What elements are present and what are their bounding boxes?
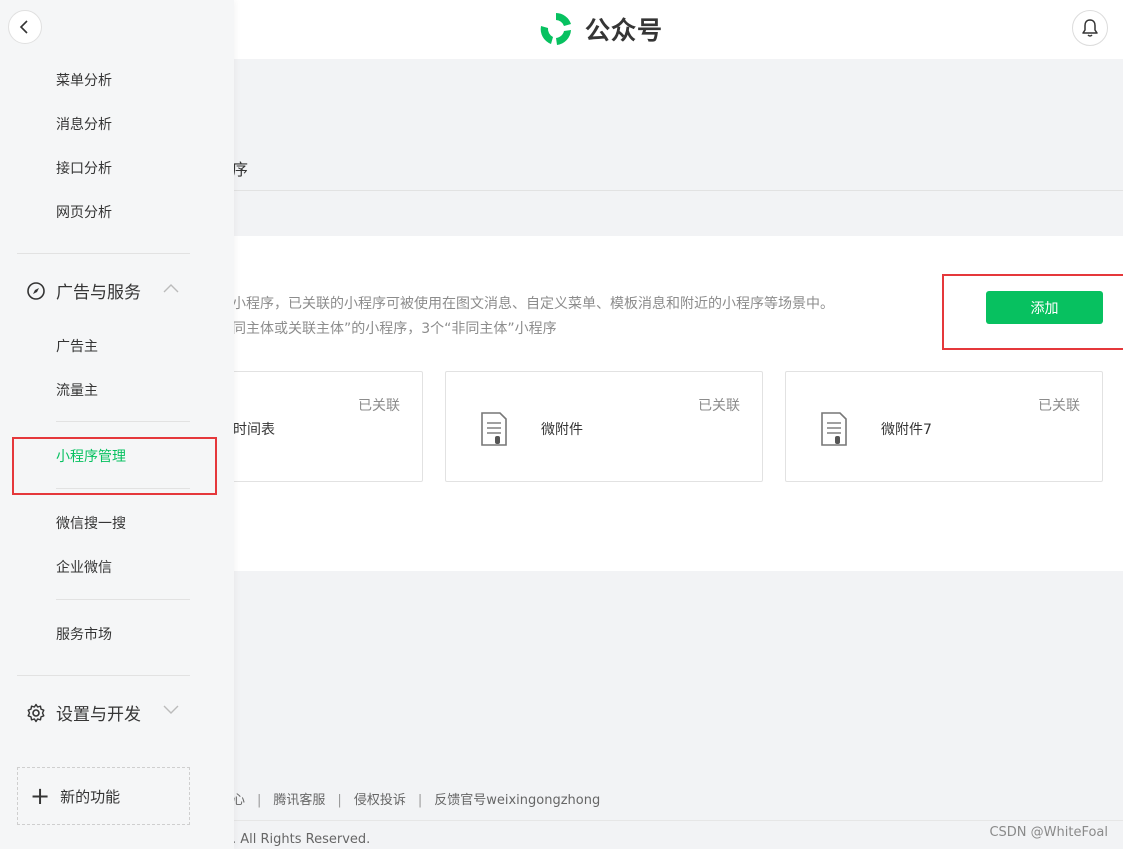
new-feature-button[interactable]: + 新的功能 [17, 767, 190, 825]
miniprogram-card[interactable]: 微附件 已关联 [445, 371, 763, 482]
compass-icon [26, 281, 46, 301]
tab-miniprogram[interactable]: 序 [232, 156, 248, 180]
footer-links: 心 | 腾讯客服 | 侵权投诉 | 反馈官号weixingongzhong [232, 789, 600, 808]
sidebar-item-wecom[interactable]: 企业微信 [56, 557, 112, 577]
divider [56, 421, 190, 422]
sidebar-item-api-analysis[interactable]: 接口分析 [56, 158, 112, 178]
footer-divider [234, 820, 1123, 821]
sidebar-item-publisher[interactable]: 流量主 [56, 380, 98, 400]
gear-icon [26, 703, 46, 723]
separator: | [257, 793, 262, 808]
link-status: 已关联 [698, 398, 740, 414]
sidebar-item-wechat-search[interactable]: 微信搜一搜 [56, 513, 126, 533]
highlight-box [12, 437, 217, 495]
sidebar-item-advertiser[interactable]: 广告主 [56, 336, 98, 356]
link-status: 已关联 [1038, 398, 1080, 414]
sidebar-section-settings[interactable]: 设置与开发 [26, 700, 141, 725]
miniprogram-name: 微附件 [541, 422, 583, 438]
highlight-box [942, 274, 1123, 350]
divider [56, 599, 190, 600]
divider [17, 675, 190, 676]
document-icon [481, 412, 507, 446]
separator: | [417, 793, 423, 808]
miniprogram-name: 时间表 [233, 422, 275, 438]
copyright-text: . All Rights Reserved. [232, 832, 371, 847]
section-label: 广告与服务 [56, 283, 141, 303]
new-feature-label: 新的功能 [60, 787, 121, 806]
miniprogram-card[interactable]: 微附件7 已关联 [785, 371, 1103, 482]
footer-link[interactable]: 腾讯客服 [273, 793, 325, 808]
chevron-left-icon [19, 20, 28, 34]
sidebar-item-web-analysis[interactable]: 网页分析 [56, 202, 112, 222]
sidebar-item-menu-analysis[interactable]: 菜单分析 [56, 70, 112, 90]
footer-link[interactable]: 反馈官号weixingongzhong [434, 793, 600, 808]
divider [17, 253, 190, 254]
chevron-down-icon[interactable] [162, 704, 180, 716]
separator: | [337, 793, 342, 808]
footer-link[interactable]: 侵权投诉 [354, 793, 406, 808]
sidebar-item-message-analysis[interactable]: 消息分析 [56, 114, 112, 134]
miniprogram-name: 微附件7 [881, 422, 932, 438]
link-status: 已关联 [358, 398, 400, 414]
notification-button[interactable] [1072, 10, 1108, 46]
divider [56, 488, 190, 489]
description-text: 小程序，已关联的小程序可被使用在图文消息、自定义菜单、模板消息和附近的小程序等场… [232, 296, 834, 312]
section-label: 设置与开发 [56, 705, 141, 725]
logo[interactable]: 公众号 [537, 10, 663, 48]
bell-icon [1082, 19, 1098, 37]
sidebar: 菜单分析 消息分析 接口分析 网页分析 广告与服务 广告主 流量主 小程序管理 … [0, 0, 234, 849]
sidebar-item-service-market[interactable]: 服务市场 [56, 624, 112, 644]
plus-icon: + [30, 782, 51, 810]
document-icon [821, 412, 847, 446]
logo-text: 公众号 [585, 16, 664, 45]
watermark: CSDN @WhiteFoal [989, 825, 1108, 840]
wechat-mp-logo-icon [540, 13, 571, 45]
tab-divider [234, 190, 1123, 191]
description-quota-text: 同主体或关联主体”的小程序，3个“非同主体”小程序 [232, 321, 557, 337]
sidebar-section-ads[interactable]: 广告与服务 [26, 278, 141, 303]
back-button[interactable] [8, 10, 42, 44]
chevron-up-icon[interactable] [162, 282, 180, 294]
